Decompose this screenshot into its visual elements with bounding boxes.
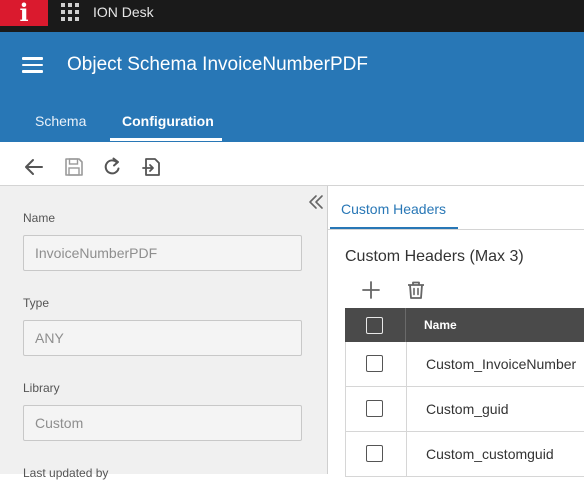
column-header-name[interactable]: Name (424, 318, 457, 332)
tab-custom-headers[interactable]: Custom Headers (341, 201, 446, 217)
active-tab-indicator (110, 138, 222, 141)
library-field[interactable]: Custom (23, 405, 302, 441)
page-header (0, 32, 584, 142)
table-row[interactable]: Custom_customguid (345, 432, 584, 477)
tab-strip-divider (328, 229, 584, 230)
hamburger-menu-icon[interactable] (22, 57, 43, 73)
name-field[interactable]: InvoiceNumberPDF (23, 235, 302, 271)
type-field[interactable]: ANY (23, 320, 302, 356)
select-all-checkbox[interactable] (366, 317, 383, 334)
column-separator (406, 387, 407, 431)
table-header: Name (345, 308, 584, 342)
app-title: ION Desk (93, 4, 154, 20)
save-icon[interactable] (62, 155, 86, 179)
row-checkbox[interactable] (366, 400, 383, 417)
top-bar (0, 0, 584, 32)
toolbar (0, 142, 584, 186)
row-name-cell: Custom_customguid (426, 446, 554, 462)
column-separator (405, 308, 406, 342)
table-row[interactable]: Custom_InvoiceNumber (345, 342, 584, 387)
row-name-cell: Custom_InvoiceNumber (426, 356, 577, 372)
collapse-left-icon[interactable] (306, 192, 326, 212)
table-row[interactable]: Custom_guid (345, 387, 584, 432)
custom-headers-tab-indicator (330, 227, 458, 229)
back-arrow-icon[interactable] (22, 155, 46, 179)
name-label: Name (23, 211, 56, 225)
library-label: Library (23, 381, 60, 395)
column-separator (406, 342, 407, 386)
row-checkbox[interactable] (366, 355, 383, 372)
tab-schema[interactable]: Schema (35, 113, 86, 129)
row-checkbox[interactable] (366, 445, 383, 462)
type-label: Type (23, 296, 50, 310)
add-icon[interactable] (359, 278, 383, 302)
column-separator (406, 432, 407, 476)
section-title: Custom Headers (Max 3) (345, 248, 524, 265)
last-updated-label: Last updated by (23, 466, 109, 480)
refresh-icon[interactable] (100, 155, 124, 179)
apps-grid-icon[interactable] (61, 3, 79, 21)
infor-logo[interactable]: i (0, 0, 48, 32)
logo-letter: i (19, 0, 29, 27)
import-icon[interactable] (140, 155, 164, 179)
row-name-cell: Custom_guid (426, 401, 509, 417)
tab-configuration[interactable]: Configuration (122, 113, 214, 129)
delete-icon[interactable] (404, 278, 428, 302)
page-title: Object Schema InvoiceNumberPDF (67, 54, 368, 75)
